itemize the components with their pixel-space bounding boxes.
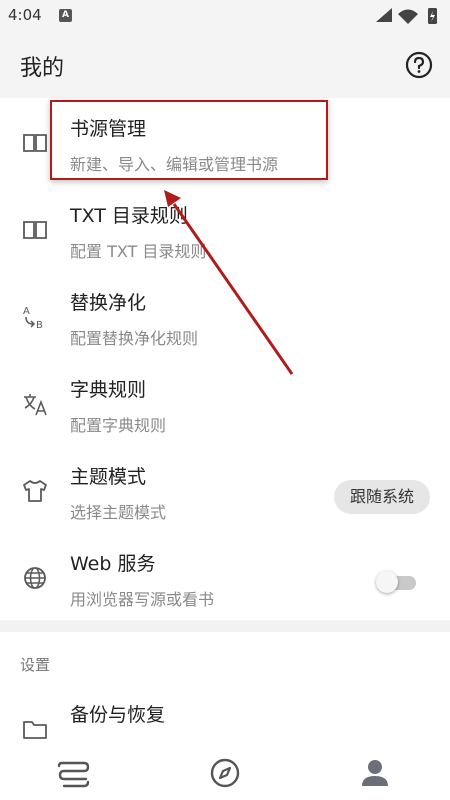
item-label: 主题模式: [70, 466, 147, 488]
page-title: 我的: [20, 56, 65, 81]
app-bar: 我的: [0, 32, 450, 98]
theme-mode-value-pill[interactable]: 跟随系统: [333, 480, 430, 514]
notification-icon: A: [59, 9, 72, 22]
item-label: 字典规则: [70, 379, 147, 401]
item-dictionary-rules[interactable]: 字典规则 配置字典规则: [0, 359, 450, 446]
bottom-navigation: [0, 746, 450, 800]
item-subtitle: 用浏览器写源或看书: [70, 590, 215, 609]
wifi-icon: [398, 9, 418, 24]
item-subtitle: 配置 TXT 目录规则: [70, 242, 207, 261]
replace-ab-icon: A B: [23, 306, 43, 331]
person-icon[interactable]: [354, 752, 396, 794]
item-replace-purify[interactable]: A B 替换净化 配置替换净化规则: [0, 272, 450, 359]
toggle-thumb: [376, 571, 398, 593]
status-time: 4:04: [8, 6, 42, 24]
item-theme-mode[interactable]: 主题模式 选择主题模式 跟随系统: [0, 446, 450, 533]
item-label: TXT 目录规则: [70, 205, 188, 227]
signal-icon: [376, 8, 392, 22]
web-service-toggle[interactable]: [376, 571, 416, 593]
item-subtitle: 配置字典规则: [70, 416, 167, 435]
item-backup-restore[interactable]: 备份与恢复: [0, 686, 450, 746]
help-circle-icon[interactable]: [404, 50, 434, 80]
item-label: 替换净化: [70, 292, 147, 314]
item-label: 备份与恢复: [70, 704, 166, 726]
folder-icon: [23, 721, 47, 739]
annotation-highlight-box: [50, 100, 328, 180]
item-txt-toc-rules[interactable]: TXT 目录规则 配置 TXT 目录规则: [0, 185, 450, 272]
item-subtitle: 选择主题模式: [70, 503, 167, 522]
book-open-icon: [23, 221, 47, 239]
book-open-icon: [23, 134, 47, 152]
status-bar: 4:04 A: [0, 0, 450, 32]
system-status-icons: [376, 8, 437, 24]
translate-icon: [24, 394, 47, 416]
tshirt-icon: [23, 480, 47, 502]
item-label: Web 服务: [70, 553, 156, 575]
compass-icon[interactable]: [204, 752, 246, 794]
section-label-settings: 设置: [20, 656, 51, 674]
svg-text:A: A: [23, 306, 30, 317]
bookshelf-icon[interactable]: [53, 752, 95, 794]
globe-icon: [24, 567, 46, 589]
svg-text:B: B: [36, 320, 43, 331]
item-web-service[interactable]: Web 服务 用浏览器写源或看书: [0, 533, 450, 620]
section-divider: [0, 620, 450, 632]
item-subtitle: 配置替换净化规则: [70, 329, 199, 348]
